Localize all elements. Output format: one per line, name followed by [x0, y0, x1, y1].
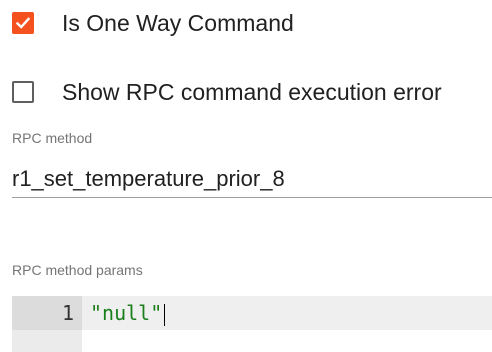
rpc-method-label: RPC method [12, 130, 93, 146]
one-way-command-checkbox[interactable] [12, 12, 34, 34]
rpc-params-editor[interactable]: 1 "null" [12, 296, 492, 352]
line-number: 1 [61, 301, 74, 325]
rpc-command-settings-panel: Is One Way Command Show RPC command exec… [0, 0, 492, 352]
rpc-method-input[interactable] [12, 160, 492, 198]
show-rpc-error-row[interactable]: Show RPC command execution error [12, 78, 442, 106]
code-line[interactable]: "null" [90, 296, 166, 330]
checkmark-icon [15, 17, 31, 29]
one-way-command-label: Is One Way Command [62, 10, 294, 36]
show-rpc-error-label: Show RPC command execution error [62, 79, 442, 105]
code-text: "null" [90, 301, 163, 325]
text-cursor [164, 303, 166, 326]
one-way-command-row[interactable]: Is One Way Command [12, 9, 294, 37]
show-rpc-error-checkbox[interactable] [12, 81, 34, 103]
rpc-params-label: RPC method params [12, 262, 143, 278]
